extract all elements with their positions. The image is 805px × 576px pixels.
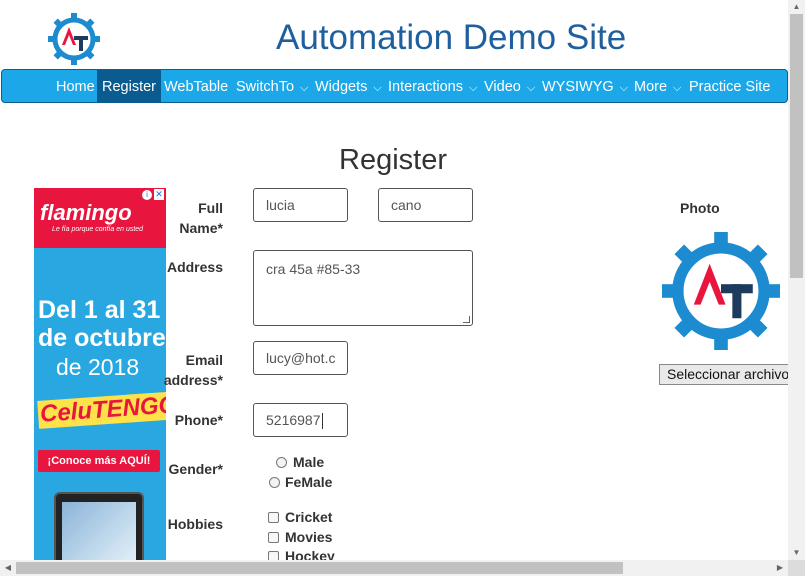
gender-male-label: Male — [293, 454, 325, 470]
chevron-down-icon: ⌵ — [673, 82, 682, 94]
choose-file-button[interactable]: Seleccionar archivo — [659, 364, 799, 385]
fullname-label: Full Name* — [179, 200, 223, 236]
nav-interactions[interactable]: Interactions ⌵ — [388, 70, 477, 102]
gender-label: Gender* — [168, 461, 223, 477]
nav-webtable-label: WebTable — [164, 79, 229, 95]
chevron-down-icon: ⌵ — [619, 82, 629, 94]
gender-female-radio[interactable] — [269, 477, 280, 488]
main-navbar: Home Register WebTable SwitchTo ⌵ Widgets… — [1, 69, 788, 103]
scroll-right-icon[interactable]: ▶ — [772, 560, 788, 576]
nav-home-label: Home — [56, 79, 95, 95]
vertical-scrollbar[interactable]: ▲ ▼ — [788, 0, 805, 560]
advertisement-banner[interactable]: flamingo Le fía porque confía en usted i… — [34, 188, 166, 560]
hobby-cricket-checkbox[interactable] — [268, 512, 279, 523]
phone-value: 5216987 — [266, 412, 321, 428]
nav-more[interactable]: More ⌵ — [634, 70, 681, 102]
hobby-movies-label: Movies — [285, 529, 333, 545]
last-name-input[interactable]: cano — [378, 188, 473, 222]
text-caret — [321, 413, 323, 430]
address-label: Address — [166, 259, 223, 275]
ad-brand: flamingo — [40, 200, 132, 225]
ad-line3: de 2018 — [56, 354, 140, 380]
first-name-input[interactable]: lucia — [253, 188, 348, 222]
site-title: Automation Demo Site — [276, 18, 627, 57]
hobby-movies-checkbox[interactable] — [268, 532, 279, 543]
profile-photo-image — [662, 232, 780, 350]
nav-webtable[interactable]: WebTable — [164, 70, 228, 102]
ad-phone-image — [54, 492, 144, 560]
ad-cta-button[interactable]: ¡Conoce más AQUÍ! — [38, 450, 160, 472]
photo-label: Photo — [680, 200, 720, 216]
nav-wysiwyg-label: WYSIWYG — [542, 79, 614, 95]
nav-widgets-label: Widgets — [315, 79, 368, 95]
horizontal-scroll-thumb[interactable] — [16, 562, 623, 574]
ad-info-icon[interactable]: i — [142, 190, 152, 200]
site-logo — [48, 13, 100, 65]
gender-male-radio[interactable] — [276, 457, 287, 468]
address-value: cra 45a #85-33 — [266, 261, 361, 277]
horizontal-scrollbar[interactable]: ◀ ▶ — [0, 560, 788, 576]
email-label: Email address* — [163, 352, 223, 388]
scrollbar-corner — [788, 560, 805, 576]
vertical-scroll-thumb[interactable] — [790, 14, 803, 278]
phone-label: Phone* — [174, 412, 223, 428]
nav-wysiwyg[interactable]: WYSIWYG ⌵ — [542, 70, 628, 102]
phone-input[interactable]: 5216987 — [253, 403, 348, 437]
ad-line1: Del 1 al 31 — [38, 296, 161, 324]
page-title: Register — [339, 144, 447, 176]
chevron-down-icon: ⌵ — [300, 82, 309, 94]
nav-interactions-label: Interactions — [388, 79, 463, 95]
resize-handle-icon[interactable] — [463, 316, 470, 323]
email-input[interactable]: lucy@hot.c — [253, 341, 348, 375]
nav-video[interactable]: Video ⌵ — [484, 70, 535, 102]
hobbies-label: Hobbies — [167, 516, 223, 532]
nav-practice-site-label: Practice Site — [689, 79, 771, 95]
nav-switchto-label: SwitchTo — [236, 79, 295, 95]
chevron-down-icon: ⌵ — [526, 82, 536, 94]
nav-register[interactable]: Register — [97, 70, 161, 102]
scroll-left-icon[interactable]: ◀ — [0, 560, 16, 576]
gender-female-label: FeMale — [285, 474, 333, 490]
scroll-down-icon[interactable]: ▼ — [788, 546, 805, 560]
ad-header: flamingo Le fía porque confía en usted i… — [34, 188, 166, 248]
nav-register-label: Register — [102, 79, 156, 95]
ad-close-icon[interactable]: ✕ — [154, 189, 164, 200]
nav-widgets[interactable]: Widgets ⌵ — [315, 70, 382, 102]
nav-practice-site[interactable]: Practice Site — [689, 70, 770, 102]
ad-body: Del 1 al 31 de octubre de 2018 CeluTENGO… — [34, 248, 166, 560]
ad-line2: de octubre — [38, 324, 166, 352]
nav-more-label: More — [634, 79, 668, 95]
chevron-down-icon: ⌵ — [468, 82, 478, 94]
chevron-down-icon: ⌵ — [373, 82, 382, 94]
nav-home[interactable]: Home — [54, 70, 97, 102]
address-textarea[interactable]: cra 45a #85-33 — [253, 250, 473, 326]
hobby-cricket-label: Cricket — [285, 509, 333, 525]
ad-tagline: Le fía porque confía en usted — [52, 226, 144, 233]
ad-promo: CeluTENGO — [37, 391, 166, 429]
nav-switchto[interactable]: SwitchTo ⌵ — [236, 70, 308, 102]
nav-video-label: Video — [484, 79, 521, 95]
scroll-up-icon[interactable]: ▲ — [788, 0, 805, 14]
